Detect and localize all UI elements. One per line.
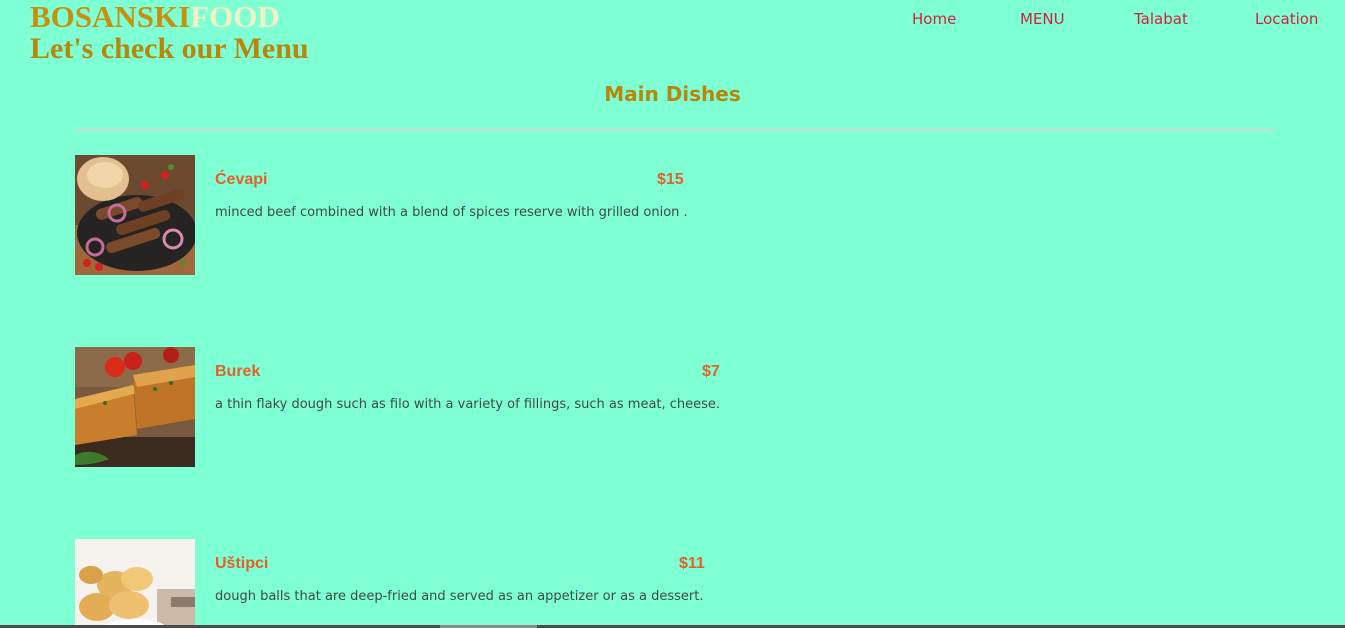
dish-description: dough balls that are deep-fried and serv… (215, 589, 704, 604)
dish-name: Uštipci (215, 555, 269, 572)
dish-price: $15 (657, 171, 684, 188)
nav-link-talabat[interactable]: Talabat (1134, 10, 1188, 28)
dish-name: Ćevapi (215, 171, 268, 188)
nav-link-home[interactable]: Home (912, 10, 956, 28)
page-tagline: Let's check our Menu (30, 32, 309, 65)
dish-name: Burek (215, 363, 261, 380)
dish-description: a thin flaky dough such as filo with a v… (215, 397, 721, 412)
menu-item-cevapi: Ćevapi $15 minced beef combined with a b… (75, 155, 775, 275)
cevapi-image (75, 155, 195, 275)
dish-price: $7 (702, 363, 720, 380)
nav-link-menu[interactable]: MENU (1020, 10, 1065, 28)
section-title: Main Dishes (604, 82, 741, 106)
burek-image (75, 347, 195, 467)
dish-price: $11 (679, 555, 705, 572)
menu-item-ustipci: Uštipci $11 dough balls that are deep-fr… (75, 539, 775, 628)
page: BOSANSKIFOOD Let's check our Menu Home M… (0, 0, 1345, 628)
top-nav: Home MENU Talabat Location (0, 10, 1345, 32)
section-divider (75, 129, 1275, 131)
nav-link-location[interactable]: Location (1255, 10, 1318, 28)
ustipci-image (75, 539, 195, 628)
dish-description: minced beef combined with a blend of spi… (215, 205, 688, 220)
menu-item-burek: Burek $7 a thin flaky dough such as filo… (75, 347, 775, 467)
